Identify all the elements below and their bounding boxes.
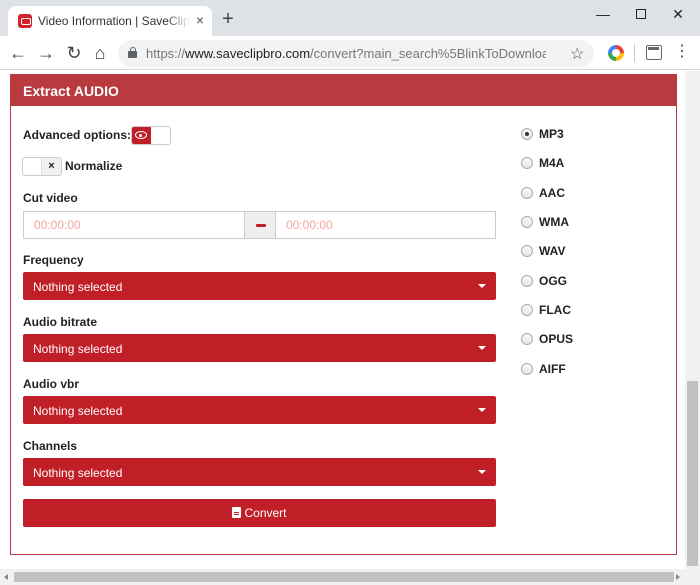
browser-tab[interactable]: Video Information | SaveClipBro × xyxy=(8,6,212,36)
normalize-toggle[interactable]: × xyxy=(22,157,62,176)
forward-button[interactable]: → xyxy=(34,41,58,65)
vertical-scrollbar[interactable] xyxy=(685,71,700,569)
saveclipbro-favicon-icon xyxy=(18,14,32,28)
format-radio[interactable] xyxy=(521,245,533,257)
maximize-icon xyxy=(636,9,646,19)
caret-down-icon xyxy=(478,470,486,474)
panel-title: Extract AUDIO xyxy=(23,83,119,99)
format-radio[interactable] xyxy=(521,157,533,169)
format-label: WAV xyxy=(539,244,566,258)
scroll-left-arrow-icon[interactable] xyxy=(4,574,8,580)
frequency-label: Frequency xyxy=(23,253,84,267)
advanced-options-label: Advanced options: xyxy=(23,128,132,142)
frequency-select[interactable]: Nothing selected xyxy=(23,272,496,300)
format-label: AAC xyxy=(539,186,565,200)
range-separator xyxy=(244,211,276,239)
format-label: AIFF xyxy=(539,362,566,376)
address-bar[interactable]: https://www.saveclipbro.com/convert?main… xyxy=(118,40,594,67)
channels-label: Channels xyxy=(23,439,78,453)
caret-down-icon xyxy=(478,408,486,412)
horizontal-scrollbar[interactable] xyxy=(0,569,700,585)
page-viewport: Extract AUDIO xyxy=(0,71,685,569)
caret-down-icon xyxy=(478,346,486,350)
frequency-value: Nothing selected xyxy=(33,280,123,294)
file-icon xyxy=(232,507,242,518)
channels-value: Nothing selected xyxy=(33,466,123,480)
tab-close-icon[interactable]: × xyxy=(192,12,208,28)
audio-vbr-label: Audio vbr xyxy=(23,377,79,391)
toolbar-divider xyxy=(634,44,635,62)
toggle-knob xyxy=(132,127,151,144)
horizontal-scroll-thumb[interactable] xyxy=(14,572,674,582)
reload-button[interactable]: ↻ xyxy=(62,41,86,65)
eye-icon xyxy=(135,131,147,139)
lock-icon xyxy=(128,47,137,58)
x-icon: × xyxy=(41,158,61,175)
extension-window-icon[interactable] xyxy=(646,45,662,60)
format-radio[interactable] xyxy=(521,216,533,228)
format-radio[interactable] xyxy=(521,333,533,345)
vertical-scroll-thumb[interactable] xyxy=(687,381,698,566)
audio-bitrate-label: Audio bitrate xyxy=(23,315,97,329)
audio-bitrate-value: Nothing selected xyxy=(33,342,123,356)
advanced-options-toggle[interactable] xyxy=(131,126,171,145)
format-radio[interactable] xyxy=(521,363,533,375)
home-button[interactable]: ⌂ xyxy=(88,41,112,65)
window-close-button[interactable]: ✕ xyxy=(655,0,700,30)
browser-menu-icon[interactable]: ⋮ xyxy=(674,42,690,62)
format-label: OGG xyxy=(539,274,568,288)
format-label: M4A xyxy=(539,156,565,170)
scroll-right-arrow-icon[interactable] xyxy=(676,574,680,580)
caret-down-icon xyxy=(478,284,486,288)
format-label: FLAC xyxy=(539,303,571,317)
format-label: MP3 xyxy=(539,127,564,141)
normalize-label: Normalize xyxy=(65,159,123,173)
format-label: WMA xyxy=(539,215,569,229)
minus-icon xyxy=(256,224,266,227)
convert-label: Convert xyxy=(244,506,287,520)
channels-select[interactable]: Nothing selected xyxy=(23,458,496,486)
new-tab-button[interactable]: + xyxy=(218,9,238,29)
extension-icon[interactable] xyxy=(608,45,624,61)
convert-button[interactable]: Convert xyxy=(23,499,496,527)
audio-bitrate-select[interactable]: Nothing selected xyxy=(23,334,496,362)
format-radio[interactable] xyxy=(521,304,533,316)
url-text: https://www.saveclipbro.com/convert?main… xyxy=(146,46,546,61)
cut-end-input[interactable] xyxy=(275,211,496,239)
bookmark-star-icon[interactable]: ☆ xyxy=(570,44,584,64)
audio-vbr-select[interactable]: Nothing selected xyxy=(23,396,496,424)
format-label: OPUS xyxy=(539,332,574,346)
browser-toolbar: ← → ↻ ⌂ https://www.saveclipbro.com/conv… xyxy=(0,36,700,70)
format-radio[interactable] xyxy=(521,275,533,287)
cut-start-input[interactable] xyxy=(23,211,245,239)
audio-vbr-value: Nothing selected xyxy=(33,404,123,418)
tab-strip: Video Information | SaveClipBro × + — ✕ xyxy=(0,0,700,36)
format-radio[interactable] xyxy=(521,128,533,140)
cut-video-label: Cut video xyxy=(23,191,78,205)
panel-header: Extract AUDIO xyxy=(11,75,676,106)
tab-title: Video Information | SaveClipBro xyxy=(38,14,190,28)
format-radio[interactable] xyxy=(521,187,533,199)
back-button[interactable]: ← xyxy=(6,41,30,65)
